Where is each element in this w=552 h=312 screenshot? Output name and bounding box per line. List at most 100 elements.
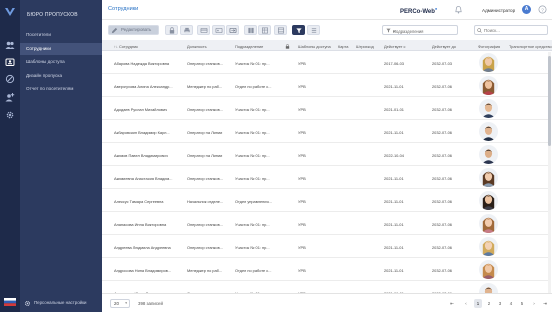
grid-view-button[interactable] — [244, 25, 257, 35]
first-page-icon[interactable]: ⇤ — [448, 299, 456, 308]
edit-button[interactable]: Редактировать — [108, 25, 159, 35]
table-row[interactable]: Акимиевна Анастасия Владим... Оператор ст… — [102, 166, 548, 189]
filter-button[interactable] — [292, 25, 305, 35]
personal-settings-label: Персональные настройки — [34, 300, 87, 305]
cell-position: Оператор станков... — [187, 221, 223, 227]
column-header-valid-to[interactable]: Действует до — [432, 44, 456, 49]
column-header-employee[interactable]: ↑↓ Сотрудник — [114, 44, 138, 49]
add-user-icon[interactable] — [5, 92, 15, 102]
prev-page-icon[interactable]: ‹ — [462, 299, 470, 308]
bell-icon[interactable] — [454, 5, 463, 14]
column-header-label: Сотрудник — [118, 43, 138, 49]
columns-button[interactable] — [258, 25, 271, 35]
column-header-templates[interactable]: Шаблоны доступа — [298, 44, 331, 49]
table-row[interactable]: Акбаровскин Владимир Карл... Оператор на … — [102, 120, 548, 143]
language-flag-icon[interactable] — [4, 298, 16, 306]
print-button[interactable] — [180, 25, 193, 35]
table-header: ↑↓ Сотрудник Должность Подразделение Шаб… — [102, 40, 552, 51]
page-size-select[interactable]: 20 ▾ — [110, 299, 130, 308]
employee-photo — [479, 191, 498, 210]
page-3[interactable]: 3 — [496, 299, 504, 308]
cell-position: Оператор станков... — [187, 175, 223, 181]
table-row[interactable]: Абарова Надежда Викторовна Оператор станк… — [102, 51, 548, 74]
cell-valid-to: 2032-07-03 — [432, 60, 452, 66]
cell-employee: Абарова Надежда Викторовна — [114, 60, 170, 66]
cell-valid-to: 2032-07-06 — [432, 175, 452, 181]
table-row[interactable]: Андросова Нина Владимиров... Менеджер по … — [102, 258, 548, 281]
user-name[interactable]: Администратор — [482, 8, 515, 13]
cell-division: Участок № 01: пр... — [235, 129, 270, 135]
sidebar-item-pass-design[interactable]: Дизайн пропуска — [20, 70, 102, 82]
help-icon[interactable]: ? — [538, 5, 547, 14]
search-input[interactable] — [484, 27, 544, 34]
table-row[interactable]: Анютагина Юлия Владимиров... Оператор ста… — [102, 281, 548, 293]
column-header-division[interactable]: Подразделение — [235, 44, 263, 49]
cell-template: УРВ — [298, 83, 306, 89]
column-header-card[interactable]: Карта — [338, 44, 348, 49]
page-5[interactable]: 5 — [518, 299, 526, 308]
column-header-valid-from[interactable]: Действует с — [384, 44, 405, 49]
cell-division: Участок № 01: пр... — [235, 221, 270, 227]
sidebar-item-visitors[interactable]: Посетители — [20, 29, 102, 41]
cell-valid-to: 2032-07-06 — [432, 106, 452, 112]
card-button[interactable] — [197, 25, 210, 35]
cell-position: Начальник отделе... — [187, 198, 224, 204]
employee-photo — [479, 260, 498, 279]
id-card-icon[interactable] — [5, 57, 15, 67]
cell-position: Менеджер по раб... — [187, 83, 223, 89]
perco-logo-icon — [5, 8, 15, 16]
lock-column-icon — [285, 43, 290, 50]
last-page-icon[interactable]: ⇥ — [541, 299, 549, 308]
column-header-photo[interactable]: Фотография — [478, 44, 500, 49]
scrollbar-thumb[interactable] — [548, 56, 551, 146]
svg-text:?: ? — [541, 7, 544, 13]
employees-table: ↑↓ Сотрудник Должность Подразделение Шаб… — [102, 40, 552, 293]
cell-position: Оператор станков... — [187, 106, 223, 112]
pass-icon[interactable] — [5, 74, 15, 84]
cell-valid-to: 2032-07-06 — [432, 244, 452, 250]
pencil-icon — [111, 27, 118, 34]
table-row[interactable]: Алексус Тамара Сергеевна Начальник отделе… — [102, 189, 548, 212]
column-header-barcode[interactable]: Штрихкод — [356, 44, 374, 49]
users-icon[interactable] — [5, 40, 15, 50]
card-return-button[interactable] — [226, 25, 239, 35]
next-page-icon[interactable]: › — [530, 299, 538, 308]
table-row[interactable]: Ананасова Инна Викторовна Оператор станко… — [102, 212, 548, 235]
cell-valid-from: 2022-10-04 — [384, 152, 404, 158]
cell-valid-to: 2032-07-06 — [432, 152, 452, 158]
sidebar-item-employees[interactable]: Сотрудники — [20, 43, 102, 55]
personal-settings-button[interactable]: Персональные настройки — [20, 297, 102, 309]
export-button[interactable] — [307, 25, 320, 35]
table-row[interactable]: Аверзгухова Алина Александр... Менеджер п… — [102, 74, 548, 97]
column-header-vehicle[interactable]: Транспортное средство — [509, 44, 552, 49]
lock-button[interactable] — [165, 25, 178, 35]
search-box[interactable] — [474, 25, 548, 35]
vertical-scrollbar[interactable] — [548, 52, 551, 293]
table-row[interactable]: Адодаев Руслан Михайлович Оператор станко… — [102, 97, 548, 120]
cell-valid-from: 2021-11-01 — [384, 221, 404, 227]
column-header-position[interactable]: Должность — [187, 44, 207, 49]
division-select[interactable]: Подразделения ▾ — [382, 25, 458, 35]
page-2[interactable]: 2 — [485, 299, 493, 308]
sidebar-item-visitor-report[interactable]: Отчет по посетителям — [20, 83, 102, 95]
cell-valid-to: 2032-07-06 — [432, 267, 452, 273]
gear-icon[interactable] — [5, 110, 15, 120]
cell-position: Оператор на Линии — [187, 152, 223, 158]
chevron-down-icon: ▾ — [393, 29, 396, 34]
cell-employee: Адодаев Руслан Михайлович — [114, 106, 168, 112]
cell-position: Менеджер по раб... — [187, 267, 223, 273]
cell-template: УРВ — [298, 106, 306, 112]
page-4[interactable]: 4 — [507, 299, 515, 308]
avatar[interactable]: A — [522, 5, 531, 14]
cell-template: УРВ — [298, 152, 306, 158]
table-row[interactable]: Андреева Людмила Андреевна Оператор станк… — [102, 235, 548, 258]
card-issue-button[interactable] — [212, 25, 225, 35]
cell-valid-from: 2021-11-01 — [384, 198, 404, 204]
cell-valid-from: 2021-11-01 — [384, 267, 404, 273]
cell-division: Отдел по работе с... — [235, 83, 272, 89]
table-row[interactable]: Акимов Павел Владимирович Оператор на Лин… — [102, 143, 548, 166]
table-settings-button[interactable] — [274, 25, 287, 35]
sidebar-item-access-templates[interactable]: Шаблоны доступа — [20, 56, 102, 68]
page-1[interactable]: 1 — [474, 299, 482, 308]
cell-employee: Ананасова Инна Викторовна — [114, 221, 167, 227]
